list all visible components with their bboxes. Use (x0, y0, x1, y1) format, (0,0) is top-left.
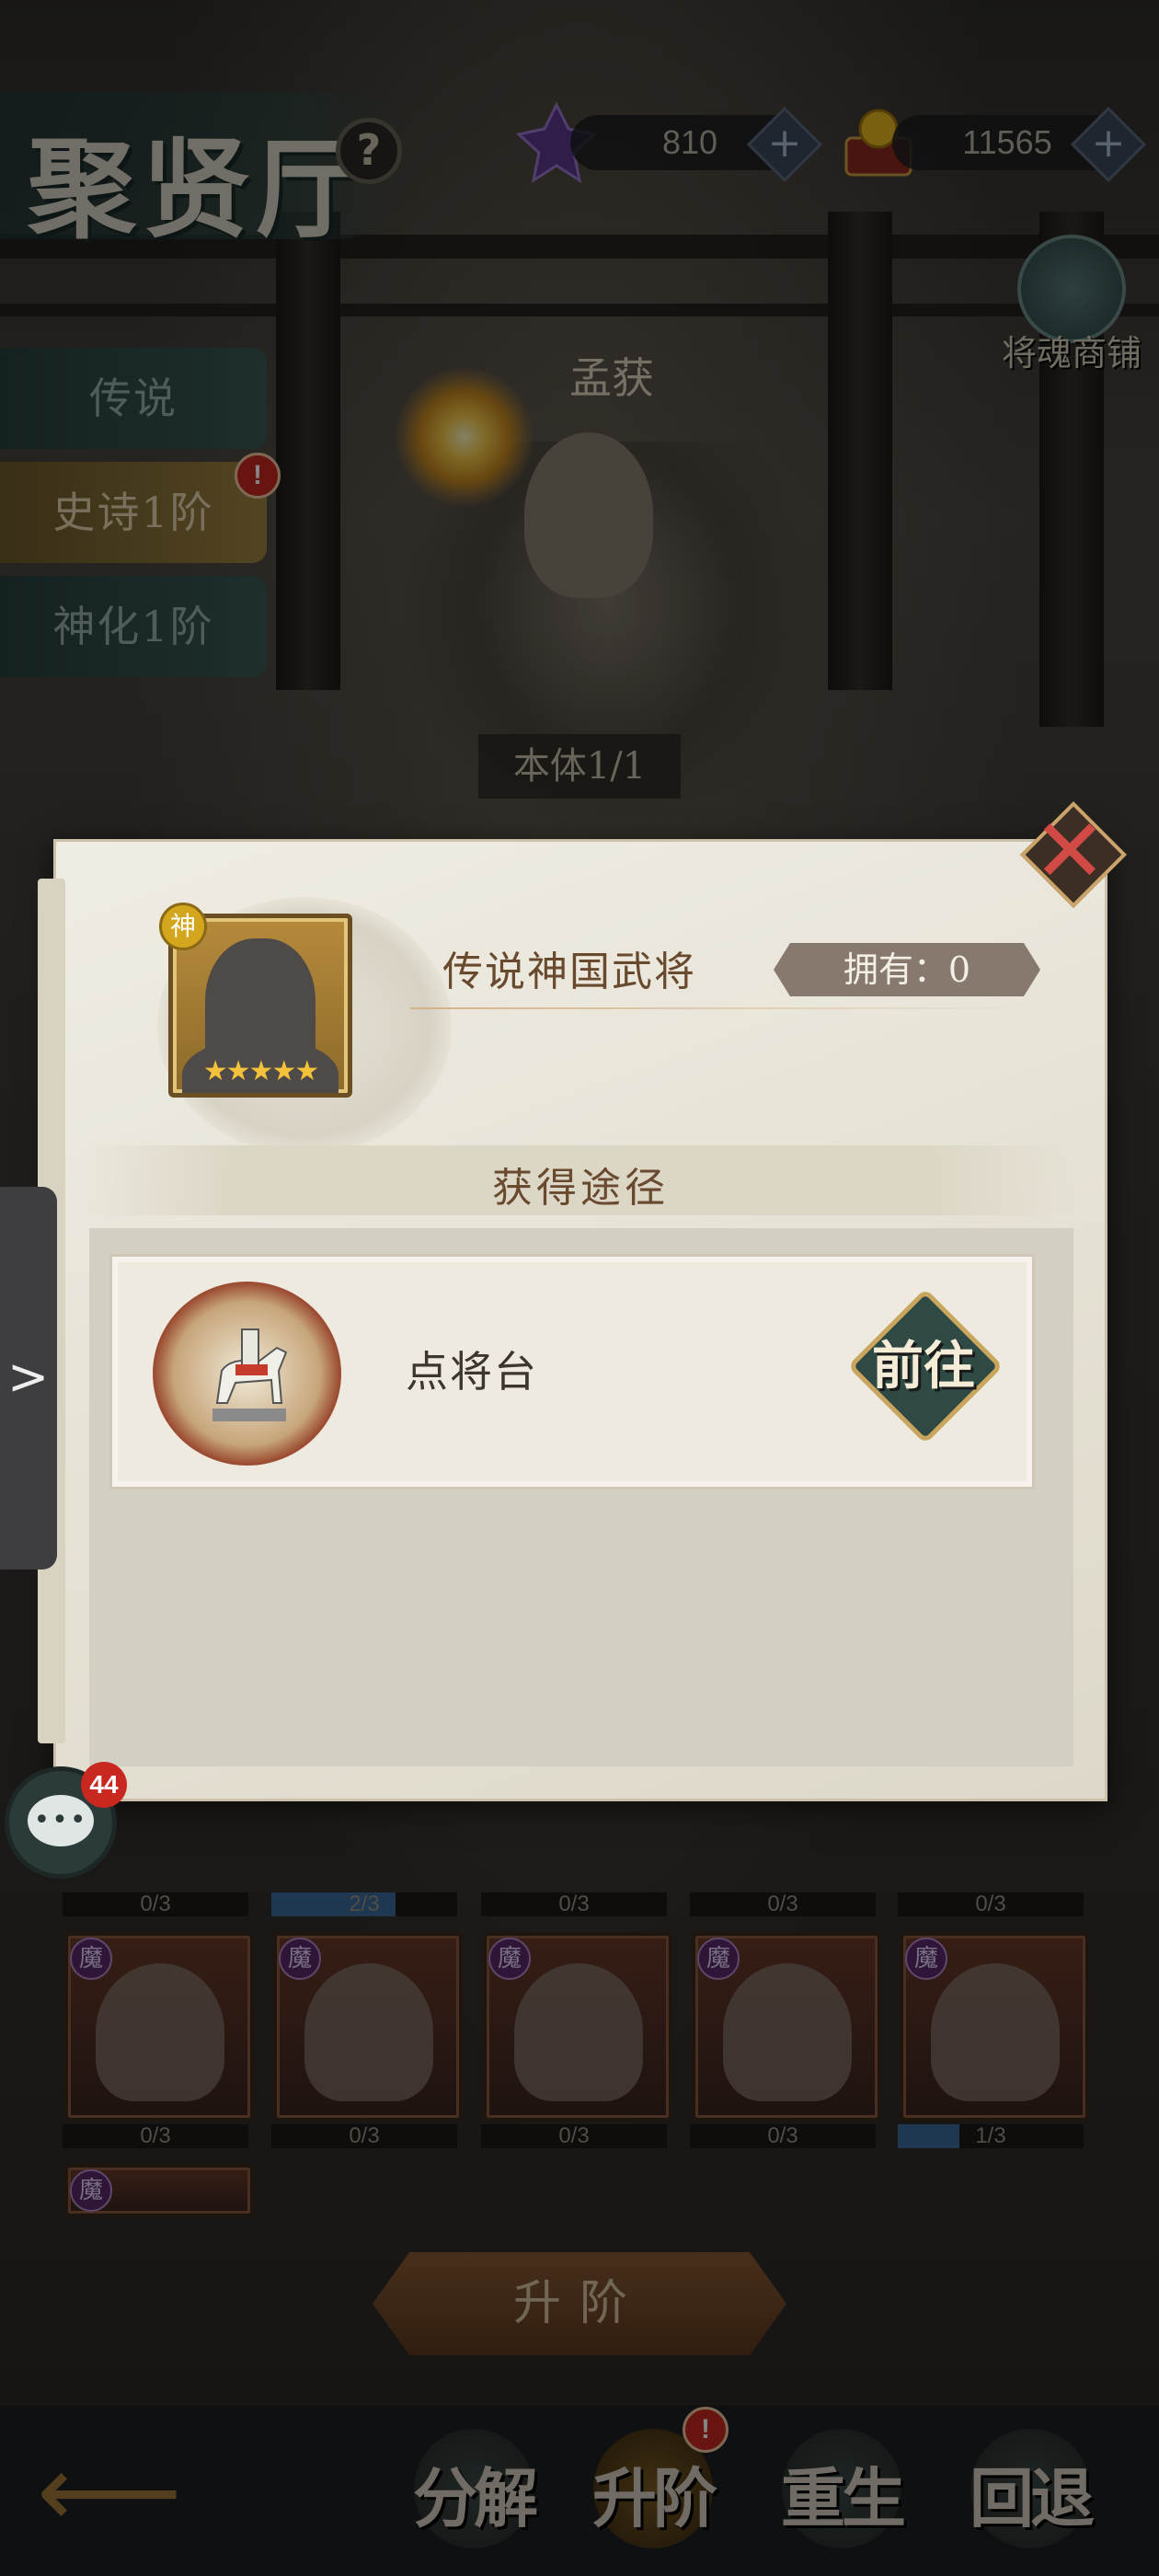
section-title: 获得途径 (492, 1165, 669, 1212)
divine-badge: 神 (159, 903, 207, 950)
divider (410, 1007, 1045, 1009)
chevron-right-icon: > (7, 1348, 50, 1406)
owned-count: 拥有：0 (774, 943, 1040, 996)
star-rating: ★★★★★ (202, 1055, 319, 1087)
close-button[interactable]: ✕ (1019, 799, 1127, 908)
side-drawer-handle[interactable]: > (0, 1187, 57, 1570)
item-name: 传说神国武将 (442, 949, 696, 995)
close-icon: ✕ (1032, 799, 1107, 903)
source-name: 点将台 (406, 1347, 538, 1397)
item-source-dialog: ★★★★★ 神 传说神国武将 拥有：0 获得途径 点将台 前往 (38, 839, 1107, 1801)
chat-unread-badge: 44 (81, 1762, 127, 1808)
go-label[interactable]: 前往 (845, 1320, 1002, 1412)
horse-statue-icon (212, 1328, 288, 1421)
